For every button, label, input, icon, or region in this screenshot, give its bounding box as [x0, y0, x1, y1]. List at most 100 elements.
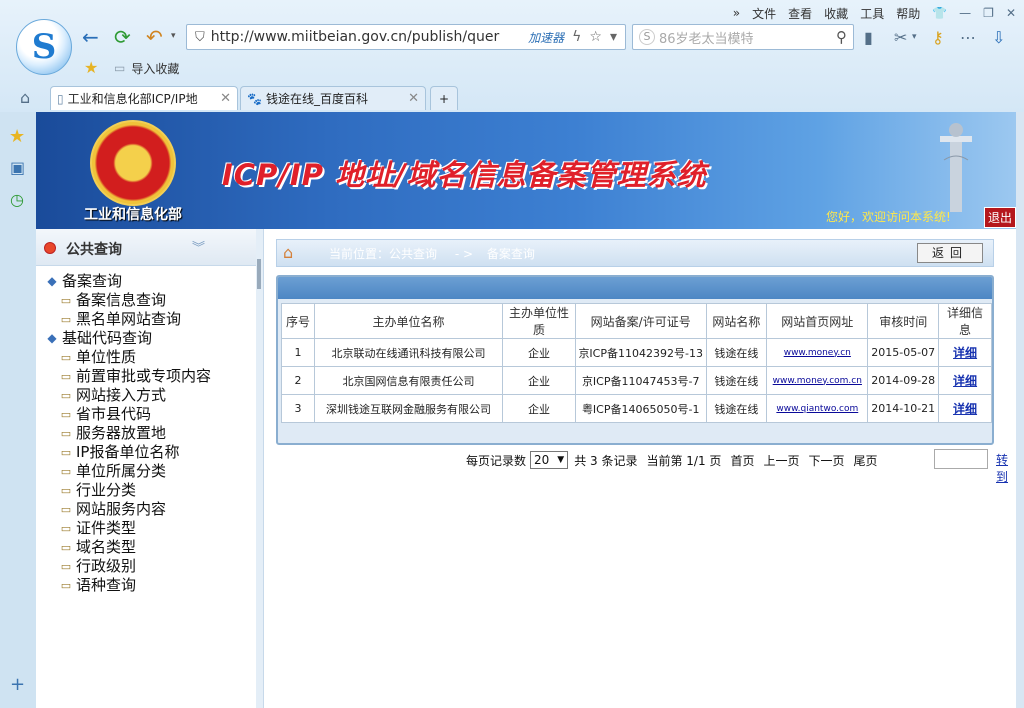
history-icon[interactable]: ◷ — [10, 190, 24, 209]
tree-item-ip-unit-name[interactable]: ▭ IP报备单位名称 — [42, 443, 252, 462]
scissors-dropdown-icon[interactable]: ▾ — [912, 32, 917, 42]
nav-tree: ◆ 备案查询 ▭ 备案信息查询 ▭ 黑名单网站查询 ◆ 基础代码查询 ▭ 单位性质 ▭ 前置… — [42, 272, 252, 595]
cell-date: 2014-10-21 — [867, 394, 940, 423]
search-engine-icon[interactable]: S — [639, 29, 655, 45]
frame-splitter[interactable] — [256, 229, 264, 708]
folder-icon: ▭ — [114, 61, 126, 75]
tree-item-region-code[interactable]: ▭ 省市县代码 — [42, 405, 252, 424]
search-icon[interactable]: ⚲ — [836, 28, 847, 46]
ministry-name: 工业和信息化部 — [84, 207, 182, 223]
tree-item-service-content[interactable]: ▭ 网站服务内容 — [42, 500, 252, 519]
tree-item-filing-info-query[interactable]: ▭ 备案信息查询 — [42, 291, 252, 310]
back-icon[interactable]: ← — [82, 26, 99, 48]
tab-baike[interactable]: 🐾 钱途在线_百度百科 ✕ — [240, 86, 426, 110]
new-tab-button[interactable]: + — [430, 86, 458, 110]
menu-view[interactable]: 查看 — [788, 5, 812, 22]
search-input[interactable]: 86岁老太当模特 — [659, 28, 836, 47]
details-link[interactable]: 详细 — [953, 374, 977, 388]
home-icon[interactable]: ⌂ — [20, 88, 30, 107]
page-jump-input[interactable] — [934, 449, 988, 469]
tree-label: 备案查询 — [62, 272, 123, 290]
details-link[interactable]: 详细 — [953, 402, 977, 416]
system-title: ICP/IP 地址/域名信息备案管理系统 — [222, 158, 707, 192]
reader-icon[interactable]: ▣ — [10, 158, 25, 177]
favorites-icon[interactable]: ★ — [9, 126, 25, 147]
address-url[interactable]: http://www.miitbeian.gov.cn/publish/quer — [211, 29, 528, 45]
tree-group-base-code-query[interactable]: ◆ 基础代码查询 — [42, 329, 252, 348]
import-favorites-link[interactable]: 导入收藏 — [131, 60, 179, 77]
tree-item-language[interactable]: ▭ 语种查询 — [42, 576, 252, 595]
item-doc-icon: ▭ — [60, 560, 72, 573]
search-box[interactable]: S 86岁老太当模特 ⚲ — [632, 24, 854, 50]
table-row: 3 深圳钱途互联网金融服务有限公司 企业 粤ICP备14065050号-1 钱途… — [281, 394, 992, 423]
bookmark-panel-icon[interactable]: ▮ — [864, 28, 873, 47]
close-icon[interactable]: ✕ — [1006, 6, 1016, 20]
cell-index: 3 — [281, 394, 315, 423]
scissors-icon[interactable]: ✂ — [894, 28, 907, 47]
undo-dropdown-icon[interactable]: ▾ — [171, 31, 176, 41]
results-panel: 序号 主办单位名称 主办单位性质 网站备案/许可证号 网站名称 网站首页网址 审… — [276, 275, 994, 445]
skin-icon[interactable]: 👕 — [932, 6, 947, 20]
item-doc-icon: ▭ — [60, 313, 72, 326]
accelerator-label[interactable]: 加速器 — [528, 29, 564, 46]
tab-miit[interactable]: ▯ 工业和信息化部ICP/IP地 ✕ — [50, 86, 238, 110]
tab-close-icon[interactable]: ✕ — [220, 91, 231, 106]
pagination: 每页记录数 20 ▼ 共 3 条记录 当前第 1/1 页 首页 上一页 下一页 … — [466, 449, 986, 471]
menu-help[interactable]: 帮助 — [896, 5, 920, 22]
item-doc-icon: ▭ — [60, 351, 72, 364]
per-page-select[interactable]: 20 ▼ — [530, 451, 569, 469]
tree-group-filing-query[interactable]: ◆ 备案查询 — [42, 272, 252, 291]
cell-license: 粤ICP备14065050号-1 — [574, 394, 707, 423]
key-icon[interactable]: ⚷ — [932, 28, 944, 47]
site-url-link[interactable]: www.money.cn — [784, 348, 851, 358]
nav-header[interactable]: 公共查询 ︾ — [36, 229, 256, 266]
menu-favorites[interactable]: 收藏 — [824, 5, 848, 22]
tree-item-access-method[interactable]: ▭ 网站接入方式 — [42, 386, 252, 405]
tree-item-industry[interactable]: ▭ 行业分类 — [42, 481, 252, 500]
download-icon[interactable]: ⇩ — [992, 28, 1005, 47]
tab-close-icon[interactable]: ✕ — [408, 91, 419, 106]
splitter-grip[interactable] — [257, 259, 261, 289]
menu-tools[interactable]: 工具 — [860, 5, 884, 22]
add-sidebar-icon[interactable]: + — [10, 674, 25, 695]
favorites-star-icon[interactable]: ★ — [84, 58, 98, 77]
tree-item-blacklist-query[interactable]: ▭ 黑名单网站查询 — [42, 310, 252, 329]
tree-item-certificate-type[interactable]: ▭ 证件类型 — [42, 519, 252, 538]
logout-button[interactable]: 退出 — [984, 207, 1016, 228]
menu-more[interactable]: » — [733, 6, 740, 20]
address-bar[interactable]: ⛉ http://www.miitbeian.gov.cn/publish/qu… — [186, 24, 626, 50]
tree-item-pre-approval[interactable]: ▭ 前置审批或专项内容 — [42, 367, 252, 386]
menu-file[interactable]: 文件 — [752, 5, 776, 22]
tree-item-server-location[interactable]: ▭ 服务器放置地 — [42, 424, 252, 443]
tree-item-admin-level[interactable]: ▭ 行政级别 — [42, 557, 252, 576]
tree-label: 服务器放置地 — [76, 424, 167, 442]
dropdown-icon[interactable]: ▾ — [610, 29, 617, 45]
undo-icon[interactable]: ↶ — [146, 26, 163, 48]
tree-item-unit-nature[interactable]: ▭ 单位性质 — [42, 348, 252, 367]
site-url-link[interactable]: www.qiantwo.com — [776, 404, 858, 414]
tree-item-domain-type[interactable]: ▭ 域名类型 — [42, 538, 252, 557]
restore-icon[interactable]: ❐ — [983, 6, 994, 20]
back-button[interactable]: 返回 — [917, 243, 983, 263]
tree-item-unit-category[interactable]: ▭ 单位所属分类 — [42, 462, 252, 481]
site-url-link[interactable]: www.money.com.cn — [773, 376, 862, 386]
col-header: 序号 — [281, 303, 315, 339]
refresh-icon[interactable]: ⟳ — [114, 26, 131, 48]
jump-link[interactable]: 转到 — [996, 451, 1016, 485]
more-icon[interactable]: ⋯ — [960, 28, 976, 47]
star-icon[interactable]: ☆ — [589, 29, 602, 45]
first-page-link[interactable]: 首页 — [730, 452, 754, 469]
minimize-icon[interactable]: — — [959, 6, 971, 20]
prev-page-link[interactable]: 上一页 — [763, 452, 799, 469]
details-link[interactable]: 详细 — [953, 346, 977, 360]
last-page-link[interactable]: 尾页 — [853, 452, 877, 469]
cell-organizer: 北京国网信息有限责任公司 — [313, 366, 504, 395]
browser-logo[interactable]: S — [16, 19, 72, 75]
baidu-paw-icon: 🐾 — [247, 91, 262, 106]
collapse-chevron-icon[interactable]: ︾ — [192, 237, 205, 256]
col-header: 主办单位名称 — [313, 303, 504, 339]
cell-date: 2015-05-07 — [867, 338, 940, 367]
vertical-scrollbar[interactable] — [1016, 112, 1024, 708]
lightning-icon[interactable]: ϟ — [572, 29, 581, 45]
next-page-link[interactable]: 下一页 — [808, 452, 844, 469]
